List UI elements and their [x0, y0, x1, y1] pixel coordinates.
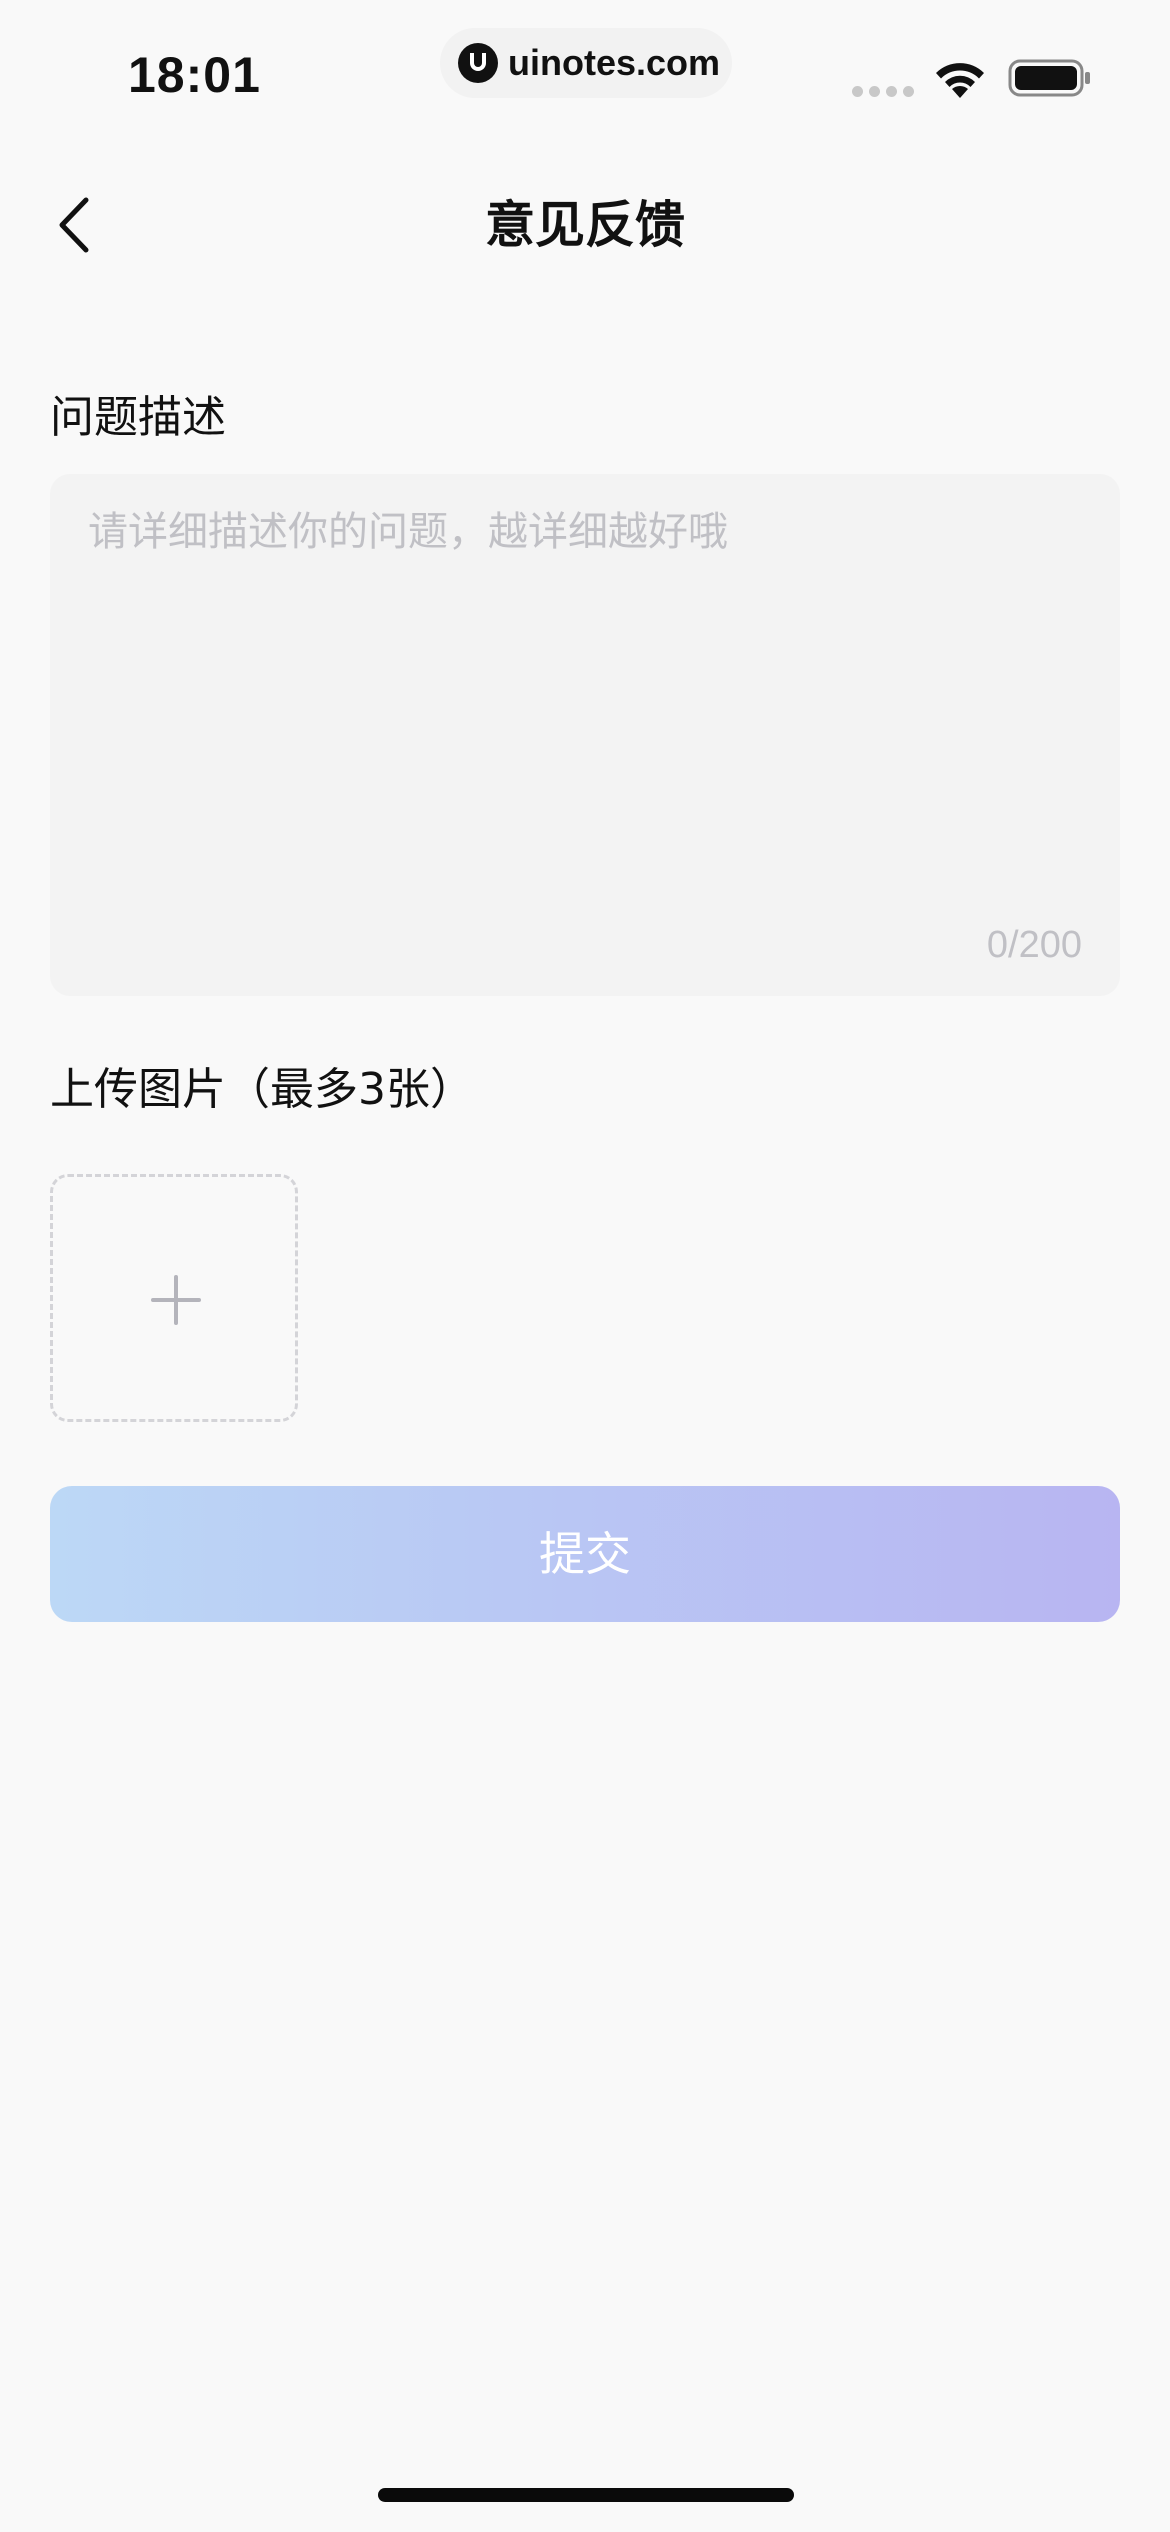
status-time: 18:01 [128, 47, 261, 103]
description-field: 0/200 [50, 474, 1120, 996]
plus-icon [151, 1275, 201, 1325]
submit-button[interactable]: 提交 [50, 1486, 1120, 1622]
upload-label: 上传图片（最多3张） [50, 1064, 474, 1115]
character-counter: 0/200 [986, 924, 1082, 966]
description-label: 问题描述 [50, 392, 226, 443]
home-indicator [378, 2488, 794, 2502]
page-title: 意见反馈 [485, 196, 685, 254]
signal-icon [852, 86, 914, 97]
battery-icon [1008, 59, 1090, 97]
watermark-text: uinotes.com [508, 42, 721, 83]
nav-bar: 意见反馈 [0, 170, 1170, 280]
wifi-icon [936, 63, 984, 98]
description-input[interactable] [50, 474, 1120, 996]
watermark-badge: uinotes.com [440, 28, 732, 98]
watermark-logo-icon [458, 43, 498, 83]
add-image-button[interactable] [50, 1174, 298, 1422]
status-bar: 18:01 uinotes.com [0, 0, 1170, 140]
